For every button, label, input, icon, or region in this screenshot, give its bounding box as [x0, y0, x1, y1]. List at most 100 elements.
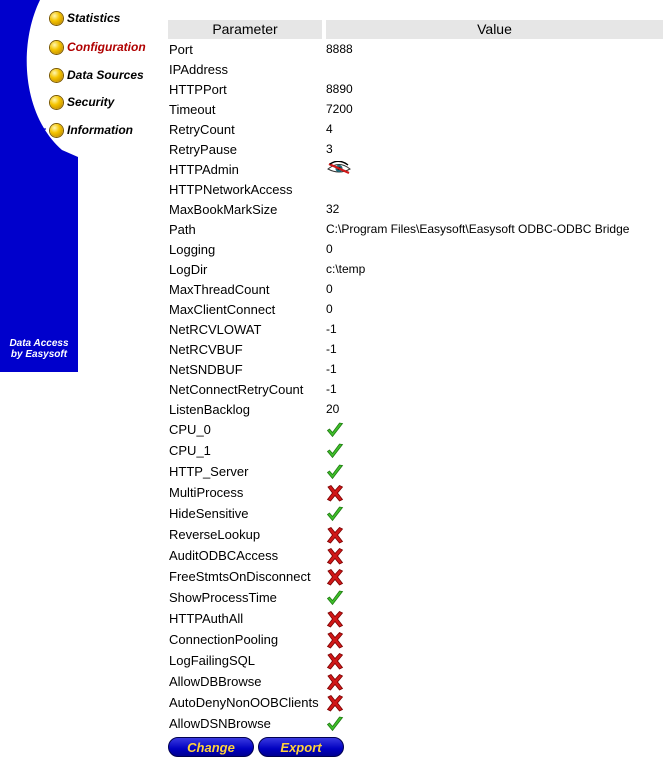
table-row: IPAddress [168, 59, 663, 79]
nav-item-label: Security [67, 95, 115, 109]
parameter-value [326, 484, 663, 502]
parameter-value: C:\Program Files\Easysoft\Easysoft ODBC-… [326, 222, 630, 236]
table-row: HTTP_Server [168, 461, 663, 482]
parameter-value [326, 694, 663, 712]
parameter-value: 3 [326, 142, 333, 156]
table-row: AuditODBCAccess [168, 545, 663, 566]
table-body: Port 8888 IPAddress HTTPPort 8890 Timeout 7200… [168, 39, 663, 734]
parameter-name: HTTPAdmin [169, 161, 239, 177]
nav-item-label: Information [67, 123, 133, 137]
check-icon [326, 506, 344, 521]
brand-line-1: Data Access [9, 338, 69, 349]
table-row: MaxThreadCount 0 [168, 279, 663, 299]
parameter-name: MaxThreadCount [169, 281, 270, 297]
parameter-value: 32 [326, 202, 340, 216]
parameter-value: 8890 [326, 82, 353, 96]
parameter-value: -1 [326, 362, 337, 376]
table-row: MultiProcess [168, 482, 663, 503]
parameter-name: HTTPAuthAll [169, 611, 244, 626]
parameter-table: Parameter Value Port 8888 IPAddress HTTPPor… [168, 20, 663, 734]
table-row: NetSNDBUF -1 [168, 359, 663, 379]
parameter-name: MultiProcess [169, 485, 244, 500]
table-row: HideSensitive [168, 503, 663, 524]
parameter-value: -1 [326, 382, 337, 396]
nav-item-configuration[interactable]: Configuration [50, 37, 146, 57]
check-icon [326, 716, 344, 731]
brand-text: Data Access by Easysoft [0, 338, 78, 360]
cross-icon [326, 484, 344, 502]
check-icon [326, 443, 344, 458]
parameter-value [326, 505, 663, 523]
parameter-value: -1 [326, 342, 337, 356]
table-header: Parameter Value [168, 20, 663, 39]
table-row: RetryCount 4 [168, 119, 663, 139]
table-row: Path C:\Program Files\Easysoft\Easysoft O… [168, 219, 663, 239]
table-row: LogDir c:\temp [168, 259, 663, 279]
table-row: FreeStmtsOnDisconnect [168, 566, 663, 587]
parameter-value: 0 [326, 302, 333, 316]
table-row: Port 8888 [168, 39, 663, 59]
nav-item-security[interactable]: Security [50, 92, 114, 112]
parameter-value [326, 463, 663, 481]
parameter-value [326, 421, 663, 439]
parameter-name: HideSensitive [169, 506, 249, 521]
parameter-value: c:\temp [326, 262, 366, 276]
table-row: Timeout 7200 [168, 99, 663, 119]
brand-line-2: by Easysoft [10, 349, 68, 360]
bullet-icon [50, 11, 63, 25]
parameter-value: 0 [326, 242, 333, 256]
export-button[interactable]: Export [258, 737, 344, 757]
parameter-name: AutoDenyNonOOBClients [169, 695, 319, 710]
eye-icon [327, 161, 351, 175]
cross-icon [326, 568, 344, 586]
table-row: LogFailingSQL [168, 650, 663, 671]
parameter-value: 8888 [326, 42, 353, 56]
bullet-icon [50, 68, 63, 82]
parameter-name: NetConnectRetryCount [169, 381, 304, 397]
column-header-value: Value [326, 20, 663, 39]
check-icon [326, 464, 344, 479]
cross-icon [326, 652, 344, 670]
nav-item-information[interactable]: Information [50, 120, 133, 140]
nav-item-data-sources[interactable]: Data Sources [50, 65, 144, 85]
parameter-value [326, 161, 663, 177]
parameter-name: Path [169, 221, 196, 237]
bullet-icon [50, 95, 63, 109]
parameter-name: Port [169, 41, 193, 57]
parameter-value: 0 [326, 282, 333, 296]
table-row: AllowDBBrowse [168, 671, 663, 692]
table-row: NetRCVLOWAT -1 [168, 319, 663, 339]
change-button[interactable]: Change [168, 737, 254, 757]
parameter-value [326, 442, 663, 460]
check-icon [326, 590, 344, 605]
parameter-value [326, 610, 663, 628]
parameter-value [326, 568, 663, 586]
parameter-name: AllowDSNBrowse [169, 716, 271, 731]
parameter-name: CPU_1 [169, 443, 211, 458]
table-row: ConnectionPooling [168, 629, 663, 650]
parameter-value [326, 526, 663, 544]
parameter-name: Logging [169, 241, 216, 257]
table-row: ReverseLookup [168, 524, 663, 545]
nav-item-label: Data Sources [67, 68, 144, 82]
nav-item-label: Statistics [67, 11, 121, 25]
table-row: CPU_1 [168, 440, 663, 461]
table-row: HTTPNetworkAccess [168, 179, 663, 199]
navigation-panel: Statistics Configuration Data Sources Se… [0, 0, 165, 372]
table-row: ListenBacklog 20 [168, 399, 663, 419]
nav-item-statistics[interactable]: Statistics [50, 8, 120, 28]
table-row: NetRCVBUF -1 [168, 339, 663, 359]
parameter-name: LogFailingSQL [169, 653, 255, 668]
parameter-name: LogDir [169, 261, 208, 277]
parameter-name: RetryPause [169, 141, 237, 157]
parameter-name: AuditODBCAccess [169, 548, 279, 563]
cross-icon [326, 547, 344, 565]
table-row: CPU_0 [168, 419, 663, 440]
table-row: HTTPAdmin [168, 159, 663, 179]
cross-icon [326, 526, 344, 544]
parameter-value [326, 589, 663, 607]
parameter-name: MaxBookMarkSize [169, 201, 278, 217]
table-row: NetConnectRetryCount -1 [168, 379, 663, 399]
parameter-name: AllowDBBrowse [169, 674, 262, 689]
parameter-value [326, 631, 663, 649]
